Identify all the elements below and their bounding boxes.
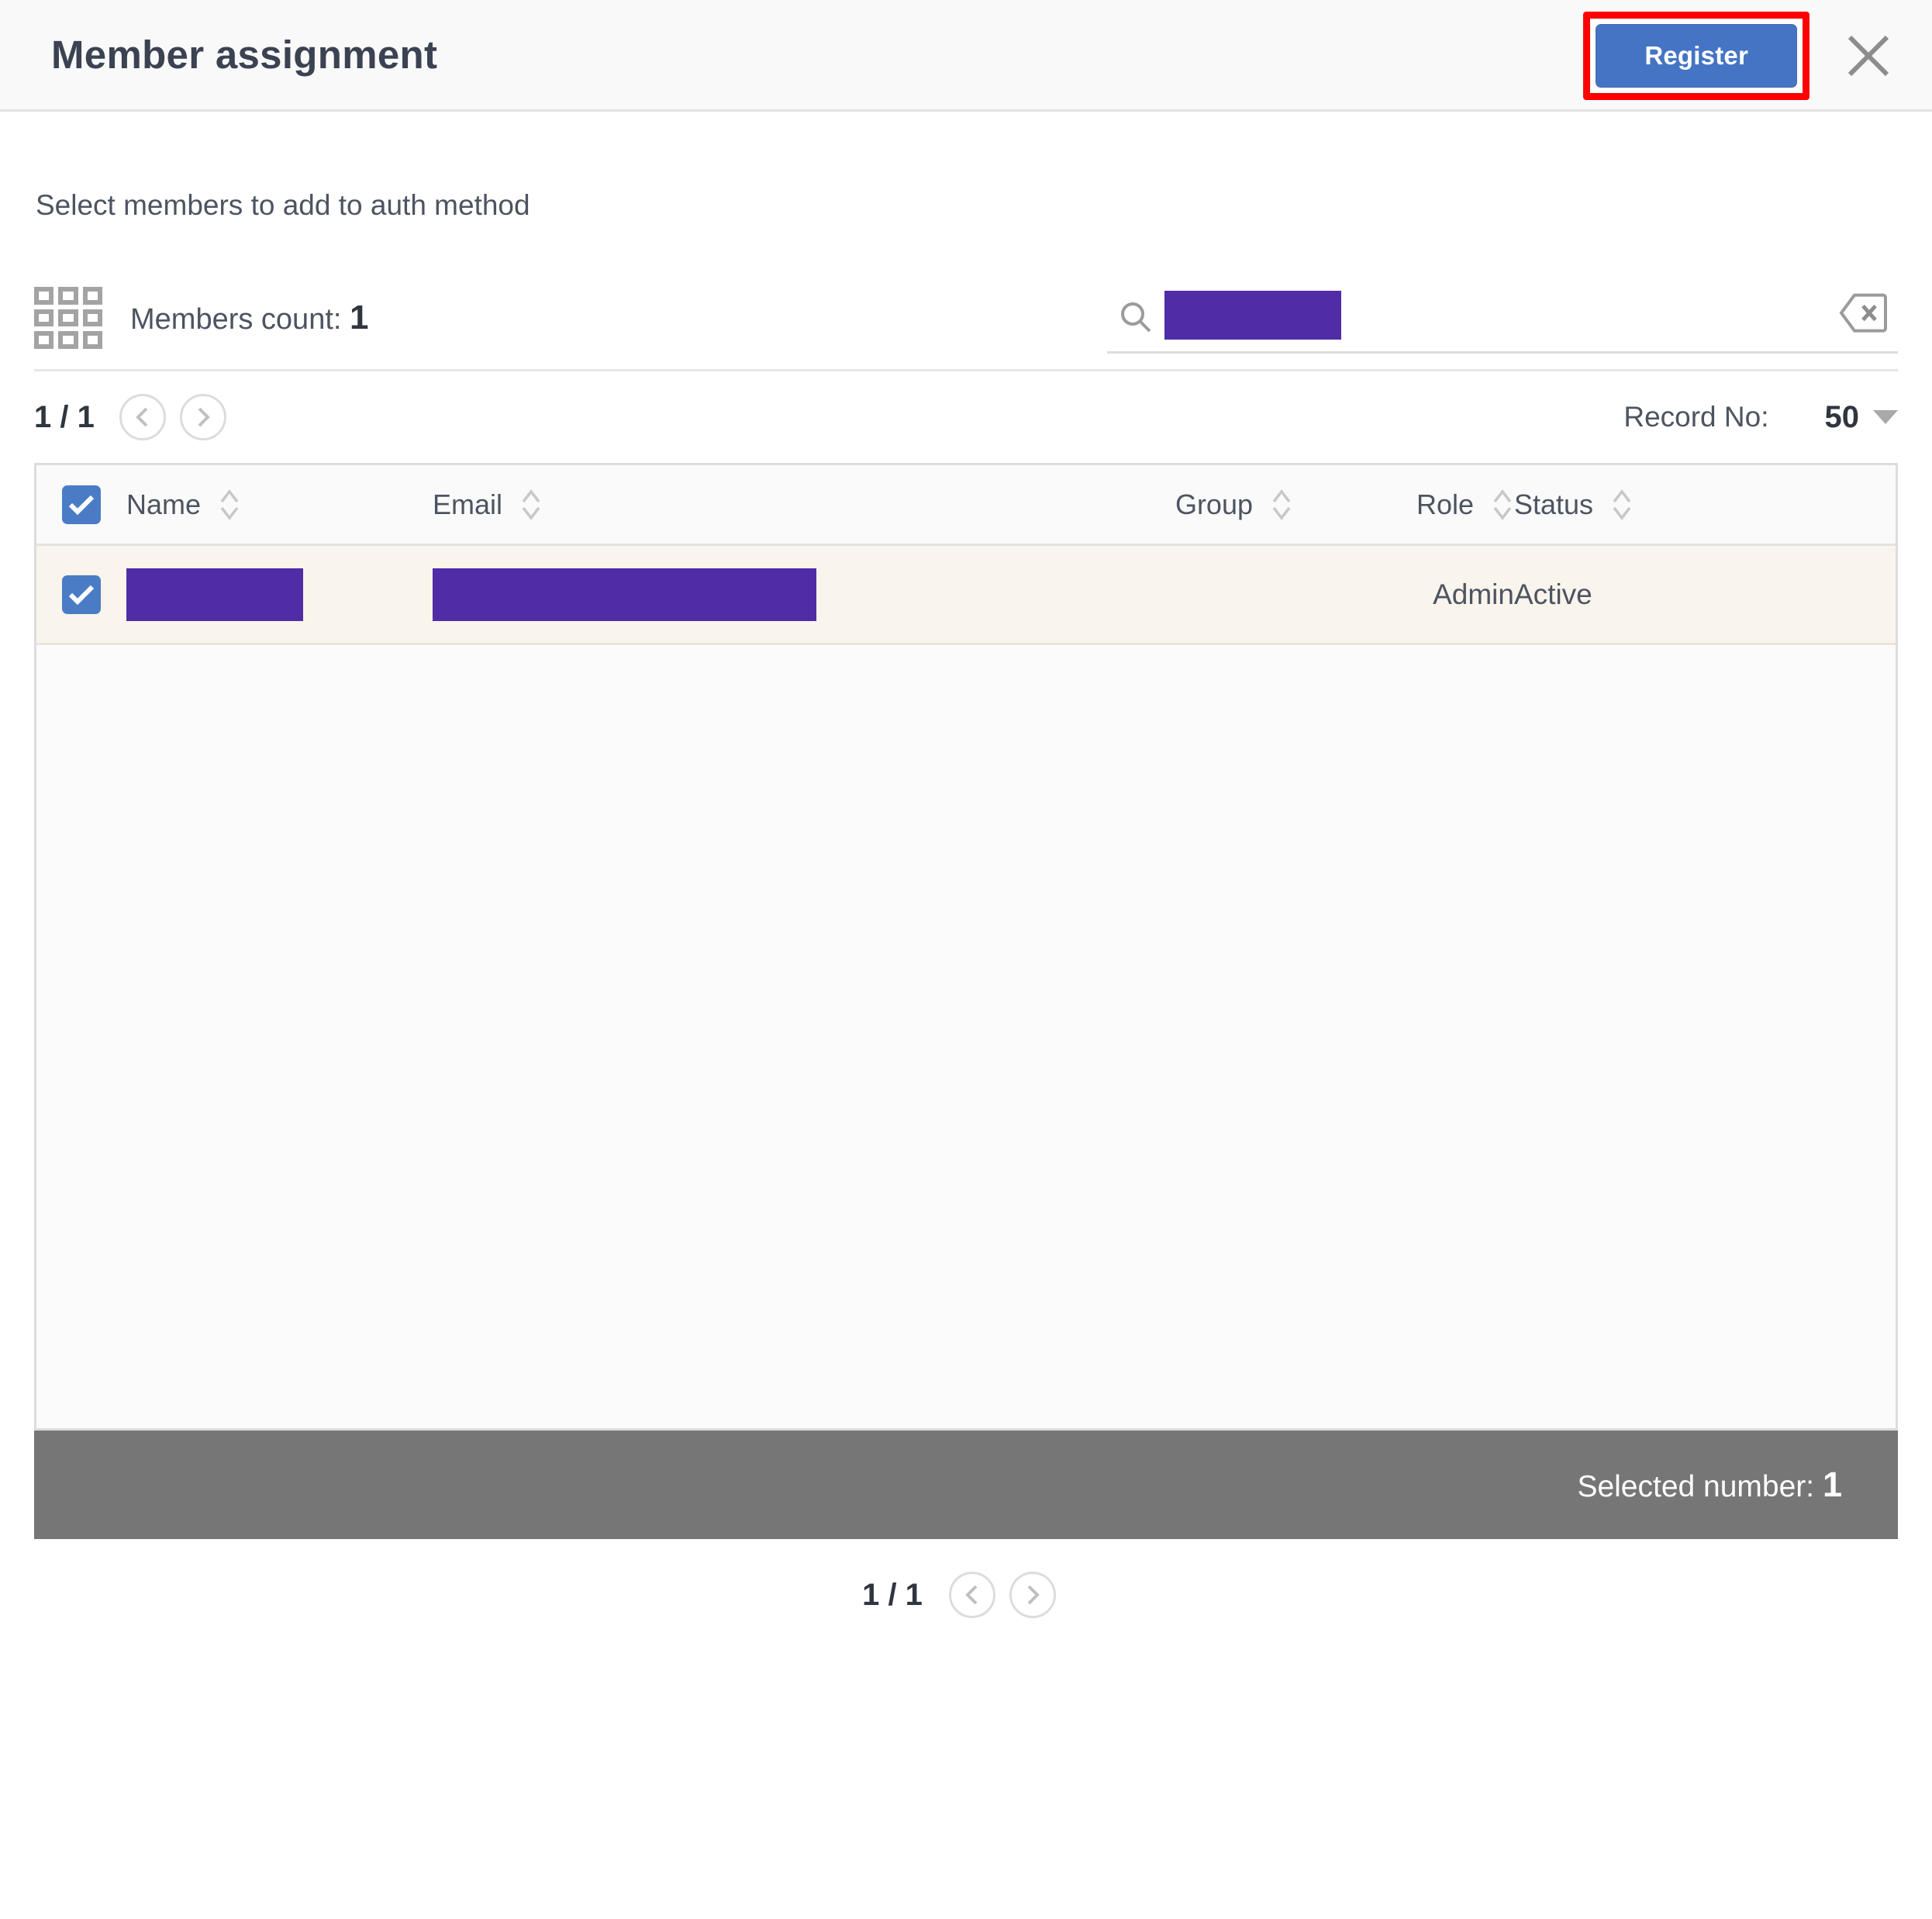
bottom-next-page-button[interactable] [1009,1572,1056,1618]
header-actions: Register [1583,0,1932,112]
dialog-body: Select members to add to auth method Mem… [0,189,1932,1651]
sort-icon[interactable] [1270,487,1293,523]
selected-number-bar: Selected number: 1 [34,1431,1898,1539]
column-header-email-label: Email [433,488,503,520]
dialog-header: Member assignment Register [0,0,1932,112]
select-all-checkbox[interactable] [62,485,101,524]
register-button[interactable]: Register [1596,24,1797,88]
search-field[interactable] [1107,282,1898,354]
page-title: Member assignment [51,33,438,77]
cell-name-redacted [126,568,303,621]
sort-icon[interactable] [1610,487,1634,523]
chevron-right-icon [1027,1585,1040,1605]
members-count-label: Members count: 1 [130,299,369,337]
chevron-down-icon[interactable] [1873,410,1898,424]
members-count-row: Members count: 1 [34,282,1898,354]
column-header-name-label: Name [126,488,202,520]
search-icon [1118,299,1154,335]
bottom-page-indicator: 1 / 1 [862,1577,923,1612]
select-all-cell[interactable] [36,485,126,524]
grid-icon [34,287,102,349]
members-table: Name Email Group Role Status Admin Activ… [34,463,1898,1431]
chevron-left-icon [136,407,148,427]
row-checkbox[interactable] [62,575,101,614]
sort-icon[interactable] [1491,487,1514,523]
column-header-status-label: Status [1514,488,1594,520]
record-no-value[interactable]: 50 [1825,400,1860,435]
close-icon [1847,35,1889,77]
column-header-role-label: Role [1416,488,1474,520]
chevron-right-icon [198,407,210,427]
record-no-selector[interactable]: Record No: 50 [1623,400,1898,435]
instruction-text: Select members to add to auth method [36,189,530,221]
cell-status-value: Active [1514,578,1592,610]
bottom-pagination: 1 / 1 [34,1539,1898,1651]
next-page-button[interactable] [179,394,226,440]
check-icon [68,495,95,515]
selected-number-label: Selected number: [1577,1470,1815,1503]
top-pagination: 1 / 1 [34,394,240,440]
chevron-left-icon [965,1585,978,1605]
column-header-group-label: Group [1175,488,1253,520]
table-row[interactable]: Admin Active [36,546,1896,645]
check-icon [68,585,95,605]
table-header-row: Name Email Group Role Status [36,465,1896,546]
cell-role: Admin [1293,578,1514,611]
cell-role-value: Admin [1433,578,1514,610]
column-header-role[interactable]: Role [1293,487,1514,523]
search-value-redacted [1164,291,1341,340]
members-count-group: Members count: 1 [34,287,369,349]
bottom-prev-page-button[interactable] [948,1572,995,1618]
column-header-name[interactable]: Name [126,487,433,523]
selected-number-value: 1 [1822,1465,1842,1504]
cell-email [433,568,906,621]
members-count-value: 1 [350,299,369,337]
sort-icon[interactable] [218,487,241,523]
close-button[interactable] [1828,32,1909,80]
record-no-label: Record No: [1623,401,1769,433]
cell-email-redacted [433,568,816,621]
search-input[interactable] [1341,293,1898,340]
register-highlight-annotation: Register [1583,12,1810,100]
column-header-email[interactable]: Email [433,487,906,523]
search-clear-button[interactable] [1839,292,1887,333]
column-header-status[interactable]: Status [1514,487,1747,523]
cell-status: Active [1514,578,1747,611]
selected-number: Selected number: 1 [1577,1465,1842,1505]
cell-name [126,568,433,621]
backspace-clear-icon [1839,293,1887,333]
row-select-cell[interactable] [36,575,126,614]
members-count-text: Members count: [130,303,342,336]
top-pagination-row: 1 / 1 Record No: 50 [34,371,1898,463]
sort-icon[interactable] [519,487,543,523]
column-header-group[interactable]: Group [906,487,1293,523]
page-indicator: 1 / 1 [34,399,95,434]
prev-page-button[interactable] [119,394,166,440]
